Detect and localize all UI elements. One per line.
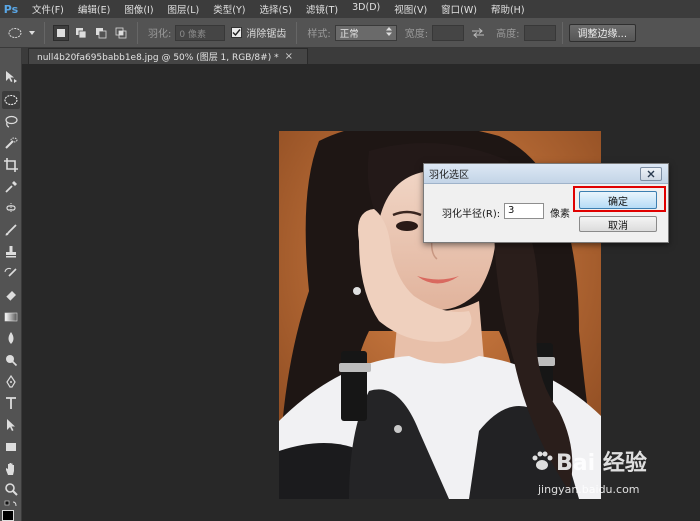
menu-type[interactable]: 类型(Y) xyxy=(209,2,249,16)
menu-select[interactable]: 选择(S) xyxy=(255,2,295,16)
close-icon[interactable] xyxy=(640,167,662,181)
tools-panel xyxy=(0,48,22,521)
photoshop-logo: Ps xyxy=(3,2,19,16)
elliptical-marquee-tool-icon[interactable] xyxy=(2,91,20,109)
type-tool-icon[interactable] xyxy=(2,394,20,412)
height-label: 高度: xyxy=(496,29,520,40)
swap-icon[interactable] xyxy=(470,25,486,41)
document-tab[interactable]: null4b20fa695babb1e8.jpg @ 50% (图层 1, RG… xyxy=(28,48,308,64)
feather-radius-unit: 像素 xyxy=(550,209,570,220)
menu-file[interactable]: 文件(F) xyxy=(28,2,68,16)
spot-healing-brush-icon[interactable] xyxy=(2,199,20,217)
lasso-tool-icon[interactable] xyxy=(2,113,20,131)
crop-tool-icon[interactable] xyxy=(2,156,20,174)
document-tab-title: null4b20fa695babb1e8.jpg @ 50% (图层 1, RG… xyxy=(37,53,279,63)
menu-3d[interactable]: 3D(D) xyxy=(348,2,384,16)
anti-alias-checkbox[interactable] xyxy=(231,27,243,38)
watermark-brand: Bai 经验 xyxy=(530,445,647,477)
feather-radius-input[interactable]: 3 xyxy=(504,203,544,219)
menu-list: 文件(F) 编辑(E) 图像(I) 图层(L) 类型(Y) 选择(S) 滤镜(T… xyxy=(28,2,535,16)
divider xyxy=(296,21,298,44)
subtract-from-selection-icon[interactable] xyxy=(93,25,109,41)
history-brush-tool-icon[interactable] xyxy=(2,264,20,282)
options-bar: 羽化: 0 像素 消除锯齿 样式: 正常 宽度: 高度: 调整边缘... xyxy=(0,18,700,48)
refine-edge-button[interactable]: 调整边缘... xyxy=(568,23,637,42)
eraser-tool-icon[interactable] xyxy=(2,286,20,304)
add-to-selection-icon[interactable] xyxy=(73,25,89,41)
divider xyxy=(561,21,563,44)
divider xyxy=(137,21,138,44)
feather-input[interactable]: 0 像素 xyxy=(175,24,226,41)
feather-label: 羽化: xyxy=(148,29,172,40)
document-tab-bar: null4b20fa695babb1e8.jpg @ 50% (图层 1, RG… xyxy=(22,48,700,64)
watermark-url: jingyan.baidu.com xyxy=(538,483,640,496)
intersect-selection-icon[interactable] xyxy=(113,25,129,41)
eyedropper-tool-icon[interactable] xyxy=(2,178,20,196)
foreground-color-swatch[interactable] xyxy=(2,510,14,521)
feather-radius-label: 羽化半径(R): xyxy=(442,209,501,220)
chevron-down-icon[interactable] xyxy=(28,25,36,41)
hand-tool-icon[interactable] xyxy=(2,460,20,478)
divider xyxy=(44,21,45,44)
pen-tool-icon[interactable] xyxy=(2,373,20,391)
brush-tool-icon[interactable] xyxy=(2,221,20,239)
elliptical-marquee-preset-icon[interactable] xyxy=(8,25,24,41)
dodge-tool-icon[interactable] xyxy=(2,351,20,369)
menu-help[interactable]: 帮助(H) xyxy=(487,2,529,16)
width-label: 宽度: xyxy=(404,29,429,40)
ok-button[interactable]: 确定 xyxy=(579,191,657,209)
anti-alias-label: 消除锯齿 xyxy=(246,29,287,40)
dialog-title: 羽化选区 xyxy=(424,164,668,184)
zoom-tool-icon[interactable] xyxy=(2,480,20,498)
gradient-tool-icon[interactable] xyxy=(2,308,20,326)
path-selection-tool-icon[interactable] xyxy=(2,416,20,434)
rectangle-tool-icon[interactable] xyxy=(2,438,20,456)
watermark-brand-text: Bai 经验 xyxy=(556,451,647,476)
new-selection-icon[interactable] xyxy=(53,24,69,41)
height-input[interactable] xyxy=(523,24,556,41)
menu-edit[interactable]: 编辑(E) xyxy=(74,2,114,16)
style-select-value: 正常 xyxy=(339,28,359,40)
menu-layer[interactable]: 图层(L) xyxy=(164,2,204,16)
feather-selection-dialog: 羽化选区 羽化半径(R): 3 像素 确定 取消 xyxy=(423,163,669,243)
updown-arrow-icon xyxy=(385,26,392,39)
watermark: Bai 经验 jingyan.baidu.com xyxy=(530,445,695,515)
style-select[interactable]: 正常 xyxy=(334,24,397,41)
move-tool-icon[interactable] xyxy=(2,68,20,86)
menu-window[interactable]: 窗口(W) xyxy=(437,2,481,16)
close-icon[interactable]: × xyxy=(285,51,293,62)
width-input[interactable] xyxy=(432,24,465,41)
menu-view[interactable]: 视图(V) xyxy=(390,2,431,16)
menu-filter[interactable]: 滤镜(T) xyxy=(302,2,342,16)
clone-stamp-tool-icon[interactable] xyxy=(2,243,20,261)
menu-image[interactable]: 图像(I) xyxy=(120,2,157,16)
style-label: 样式: xyxy=(307,29,331,40)
paw-icon xyxy=(532,451,553,470)
blur-tool-icon[interactable] xyxy=(2,329,20,347)
quick-selection-tool-icon[interactable] xyxy=(2,134,20,152)
cancel-button[interactable]: 取消 xyxy=(579,216,657,232)
menu-bar: Ps 文件(F) 编辑(E) 图像(I) 图层(L) 类型(Y) 选择(S) 滤… xyxy=(0,0,700,18)
